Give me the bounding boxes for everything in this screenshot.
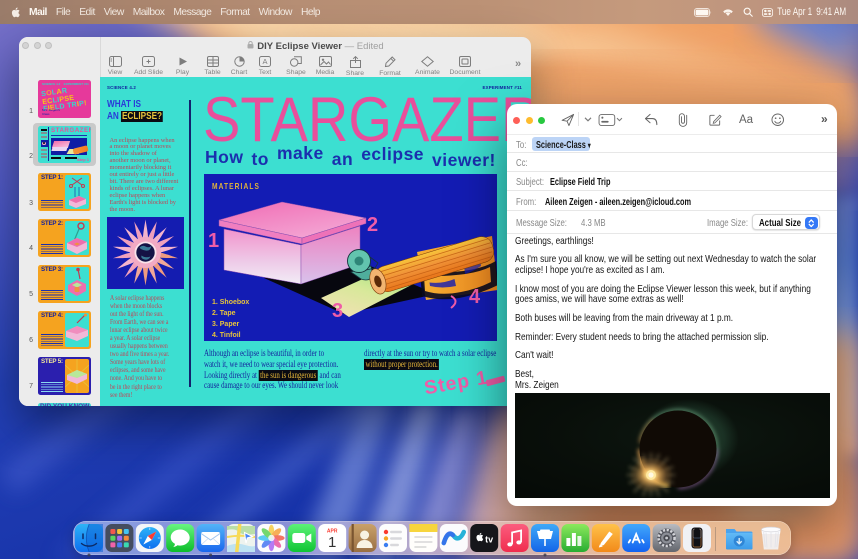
svg-text:tv: tv: [485, 534, 493, 544]
svg-text:A: A: [262, 57, 267, 66]
svg-text:1: 1: [328, 534, 336, 551]
